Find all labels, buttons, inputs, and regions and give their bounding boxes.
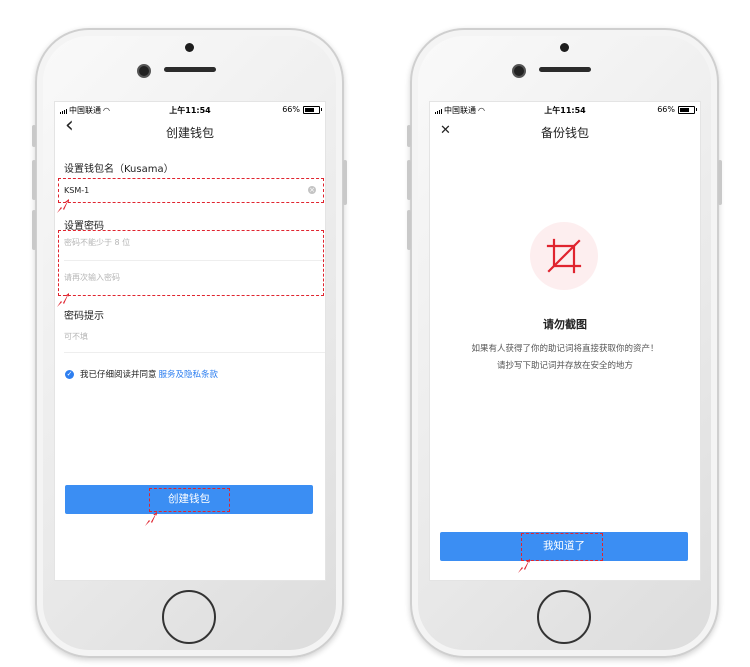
backup-wallet-screen: 中国联通 ◠ 上午11:54 66% ✕ 备份钱包 请勿截图 如果有人获得了你的…	[429, 101, 701, 581]
battery-icon	[678, 105, 697, 114]
warning-title: 请勿截图	[543, 318, 587, 331]
hint-label: 密码提示	[64, 311, 104, 322]
check-icon[interactable]: ✓	[65, 369, 74, 379]
phone-frame-create-wallet: 中国联通 ◠ 上午11:54 66% ‹ 创建钱包 设置钱包名（Kusama） …	[32, 28, 347, 658]
front-camera	[512, 64, 526, 78]
status-bar: 中国联通 ◠ 上午11:54 66%	[430, 102, 700, 116]
battery-percent: 66%	[282, 105, 300, 114]
highlight-wallet-name	[58, 178, 324, 203]
page-title: 备份钱包	[540, 126, 589, 140]
power-button	[718, 160, 722, 205]
volume-down-button	[32, 210, 36, 250]
nav-bar: ✕ 备份钱包	[430, 116, 700, 146]
pointer-icon	[145, 512, 157, 526]
earpiece-speaker	[539, 67, 591, 72]
top-camera	[185, 43, 194, 52]
agree-row[interactable]: ✓ 我已仔细阅读并同意 服务及隐私条款	[65, 368, 218, 380]
highlight-create-button	[149, 488, 230, 512]
highlight-confirm-button	[521, 533, 603, 561]
pointer-icon	[57, 293, 69, 307]
pointer-icon	[57, 199, 69, 213]
battery-icon	[303, 105, 322, 114]
home-button	[162, 590, 216, 644]
no-screenshot-badge	[530, 222, 598, 290]
earpiece-speaker	[164, 67, 216, 72]
power-button	[343, 160, 347, 205]
warning-text-line2: 请抄写下助记词并存放在安全的地方	[496, 361, 633, 371]
nav-bar: ‹ 创建钱包	[55, 115, 325, 146]
volume-down-button	[407, 210, 411, 250]
no-screenshot-icon	[546, 238, 582, 274]
volume-up-button	[32, 160, 36, 200]
mute-switch	[407, 125, 411, 147]
warning-text-line1: 如果有人获得了你的助记词将直接获取你的资产！	[471, 344, 659, 354]
pointer-icon	[518, 559, 530, 573]
divider	[64, 352, 325, 353]
front-camera	[137, 64, 151, 78]
highlight-password	[58, 230, 324, 296]
terms-link[interactable]: 服务及隐私条款	[159, 368, 219, 380]
hint-input[interactable]: 可不填	[64, 326, 318, 348]
battery-percent: 66%	[657, 105, 675, 114]
wallet-name-label: 设置钱包名（Kusama）	[64, 164, 174, 175]
top-camera	[560, 43, 569, 52]
status-bar: 中国联通 ◠ 上午11:54 66%	[55, 102, 325, 116]
mute-switch	[32, 125, 36, 147]
volume-up-button	[407, 160, 411, 200]
create-wallet-screen: 中国联通 ◠ 上午11:54 66% ‹ 创建钱包 设置钱包名（Kusama） …	[54, 101, 326, 581]
page-title: 创建钱包	[165, 126, 214, 140]
agree-text: 我已仔细阅读并同意	[80, 370, 157, 380]
home-button	[537, 590, 591, 644]
phone-frame-backup-wallet: 中国联通 ◠ 上午11:54 66% ✕ 备份钱包 请勿截图 如果有人获得了你的…	[407, 28, 722, 658]
